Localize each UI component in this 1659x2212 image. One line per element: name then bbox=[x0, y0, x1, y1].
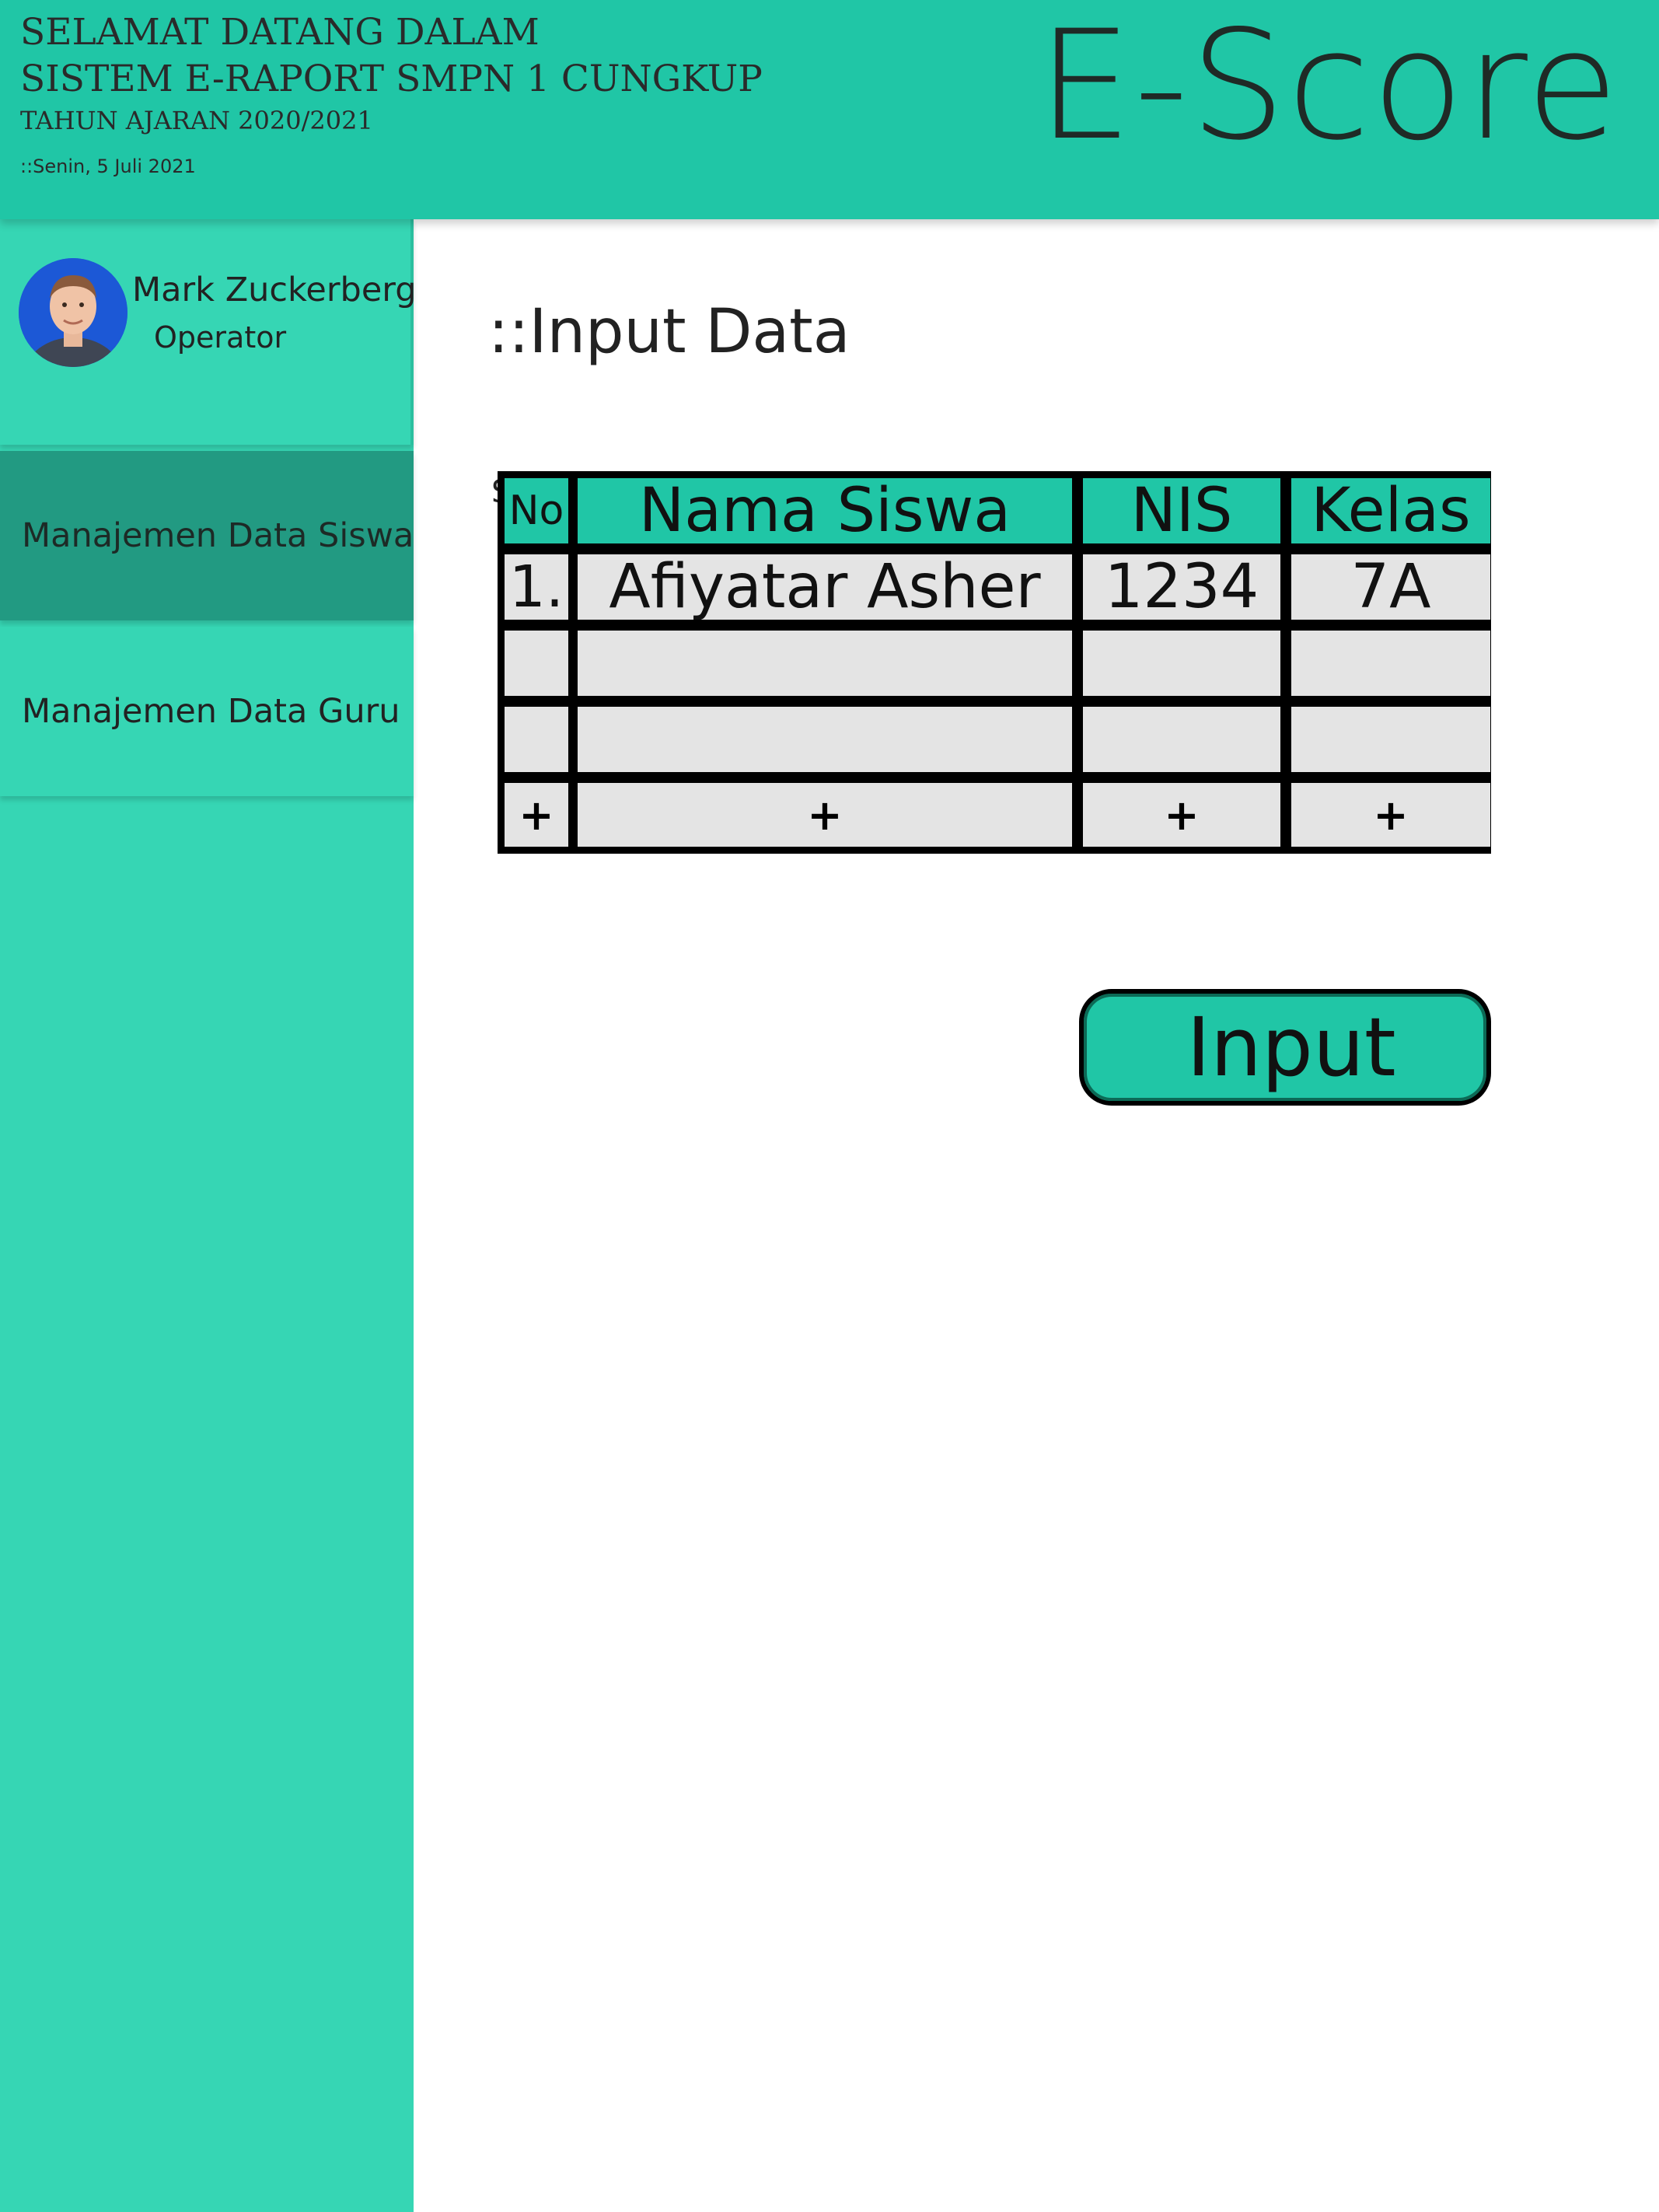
header-bar: SELAMAT DATANG DALAM SISTEM E-RAPORT SMP… bbox=[0, 0, 1659, 219]
sidebar-item-data-siswa[interactable]: Manajemen Data Siswa bbox=[0, 451, 414, 620]
user-role: Operator bbox=[154, 320, 287, 355]
table-cell-nis[interactable]: 1234 bbox=[1083, 554, 1280, 620]
sidebar: Mark Zuckerberg Operator Manajemen Data … bbox=[0, 219, 417, 2212]
table-cell-kelas[interactable]: 7A bbox=[1291, 554, 1490, 620]
table-cell-no[interactable] bbox=[505, 707, 568, 772]
table-cell-kelas[interactable] bbox=[1291, 707, 1490, 772]
add-nama-siswa-button[interactable]: + bbox=[578, 783, 1072, 847]
table-cell-no[interactable] bbox=[505, 631, 568, 696]
table-cell-nama-siswa[interactable] bbox=[578, 707, 1072, 772]
table-cell-nama-siswa[interactable] bbox=[578, 631, 1072, 696]
table-cell-kelas[interactable] bbox=[1291, 631, 1490, 696]
column-header-nis: NIS bbox=[1083, 478, 1280, 543]
sidebar-item-data-guru[interactable]: Manajemen Data Guru bbox=[0, 627, 414, 796]
table-cell-no[interactable]: 1. bbox=[505, 554, 568, 620]
add-nis-button[interactable]: + bbox=[1083, 783, 1280, 847]
user-photo-icon bbox=[19, 258, 127, 367]
school-year-label: TAHUN AJARAN 2020/2021 bbox=[20, 106, 373, 135]
user-profile-card: Mark Zuckerberg Operator bbox=[0, 219, 417, 445]
current-date: ::Senin, 5 Juli 2021 bbox=[20, 156, 196, 177]
welcome-title-line1: SELAMAT DATANG DALAM bbox=[20, 11, 540, 54]
input-button[interactable]: Input bbox=[1079, 989, 1491, 1106]
page-title: ::Input Data bbox=[488, 297, 850, 367]
column-header-nama-siswa: Nama Siswa bbox=[578, 478, 1072, 543]
brand-logo: E-Score bbox=[1037, 0, 1620, 173]
table-cell-nis[interactable] bbox=[1083, 707, 1280, 772]
add-kelas-button[interactable]: + bbox=[1291, 783, 1490, 847]
student-input-table: No Nama Siswa NIS Kelas 1. Afiyatar Ashe… bbox=[498, 471, 1491, 854]
table-cell-nis[interactable] bbox=[1083, 631, 1280, 696]
column-header-no: No bbox=[505, 478, 568, 543]
avatar bbox=[19, 258, 127, 367]
add-no-button[interactable]: + bbox=[505, 783, 568, 847]
welcome-title-line2: SISTEM E-RAPORT SMPN 1 CUNGKUP bbox=[20, 58, 763, 100]
table-cell-nama-siswa[interactable]: Afiyatar Asher bbox=[578, 554, 1072, 620]
user-name: Mark Zuckerberg bbox=[132, 271, 417, 309]
column-header-kelas: Kelas bbox=[1291, 478, 1490, 543]
